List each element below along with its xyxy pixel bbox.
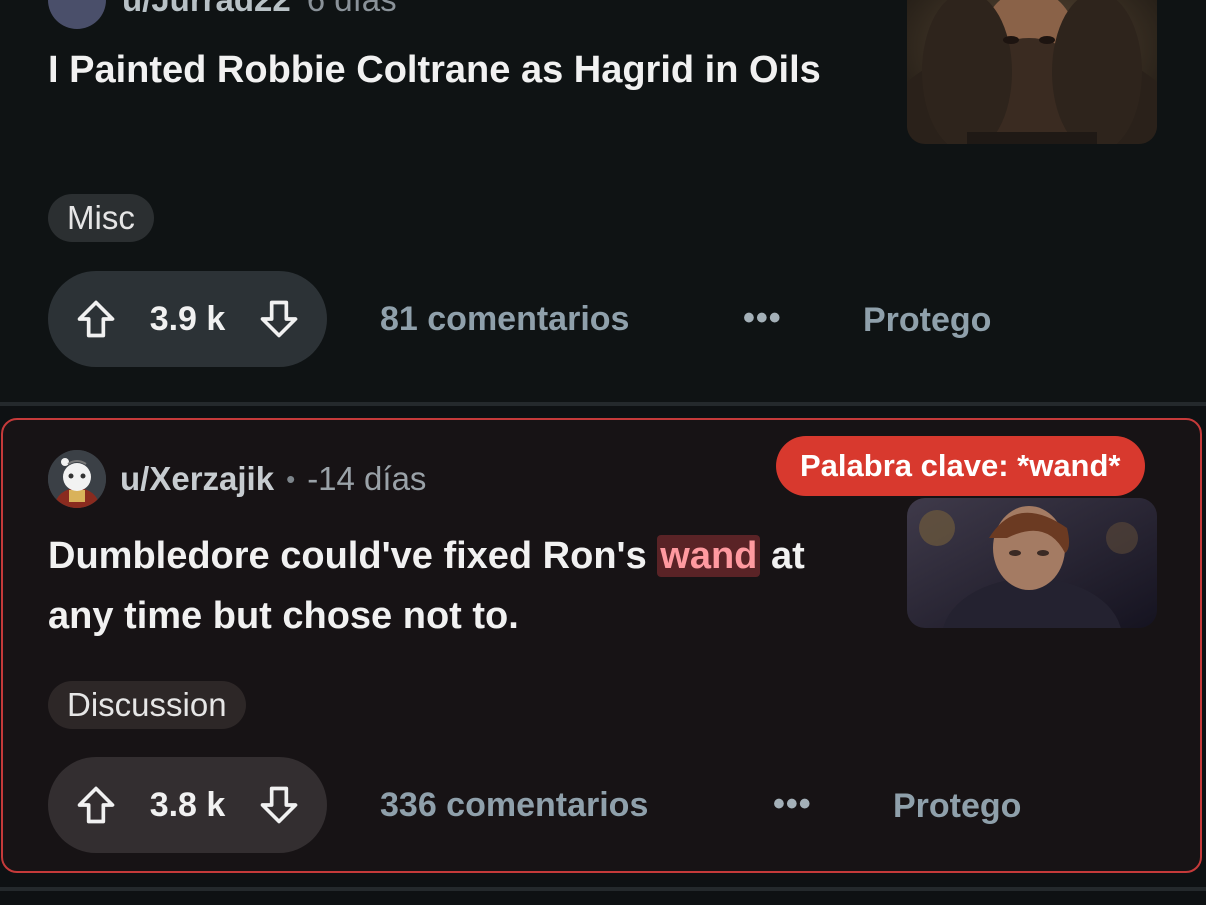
avatar[interactable] [48,450,106,508]
author-name[interactable]: u/Xerzajik [120,460,274,498]
more-options-icon[interactable]: ••• [773,785,812,824]
keyword-highlight: wand [657,535,761,577]
post-thumbnail[interactable] [907,0,1157,144]
divider [0,402,1206,406]
post-title[interactable]: Dumbledore could've fixed Ron's wand at … [48,526,868,646]
vote-score: 3.8 k [149,785,226,824]
downvote-icon[interactable] [257,783,301,827]
post-meta: u/Jurrad22 6 días [48,0,397,29]
meta-separator: • [286,463,296,494]
vote-pill: 3.9 k [48,271,327,367]
post-actions: 3.9 k 81 comentarios ••• Protego [48,271,991,367]
author-name[interactable]: u/Jurrad22 [122,0,291,19]
title-text: Dumbledore could've fixed Ron's [48,535,658,577]
feed: u/Jurrad22 6 días I Painted Robbie Coltr… [0,0,1206,905]
vote-pill: 3.8 k [48,757,327,853]
movie-still-thumbnail-icon [907,498,1157,628]
post-thumbnail[interactable] [907,498,1157,628]
comments-button[interactable]: 336 comentarios [380,786,648,825]
post-flair[interactable]: Discussion [48,681,246,729]
post-actions: 3.8 k 336 comentarios ••• Protego [48,757,1021,853]
post-age: 6 días [307,0,397,19]
award-button[interactable]: Protego [893,787,1021,826]
upvote-icon[interactable] [74,297,118,341]
award-button[interactable]: Protego [863,301,991,340]
post-card[interactable]: u/Jurrad22 6 días I Painted Robbie Coltr… [0,0,1206,402]
post-title[interactable]: I Painted Robbie Coltrane as Hagrid in O… [48,40,868,100]
vote-score: 3.9 k [149,299,226,338]
post-age: -14 días [307,460,427,497]
keyword-badge: Palabra clave: *wand* [776,436,1145,496]
comments-button[interactable]: 81 comentarios [380,300,629,339]
post-flair[interactable]: Misc [48,194,154,242]
painting-thumbnail-icon [907,0,1157,144]
upvote-icon[interactable] [74,783,118,827]
avatar[interactable] [48,0,106,29]
post-meta: u/Xerzajik • -14 días [48,450,426,508]
divider [0,887,1206,891]
downvote-icon[interactable] [257,297,301,341]
more-options-icon[interactable]: ••• [743,299,782,338]
